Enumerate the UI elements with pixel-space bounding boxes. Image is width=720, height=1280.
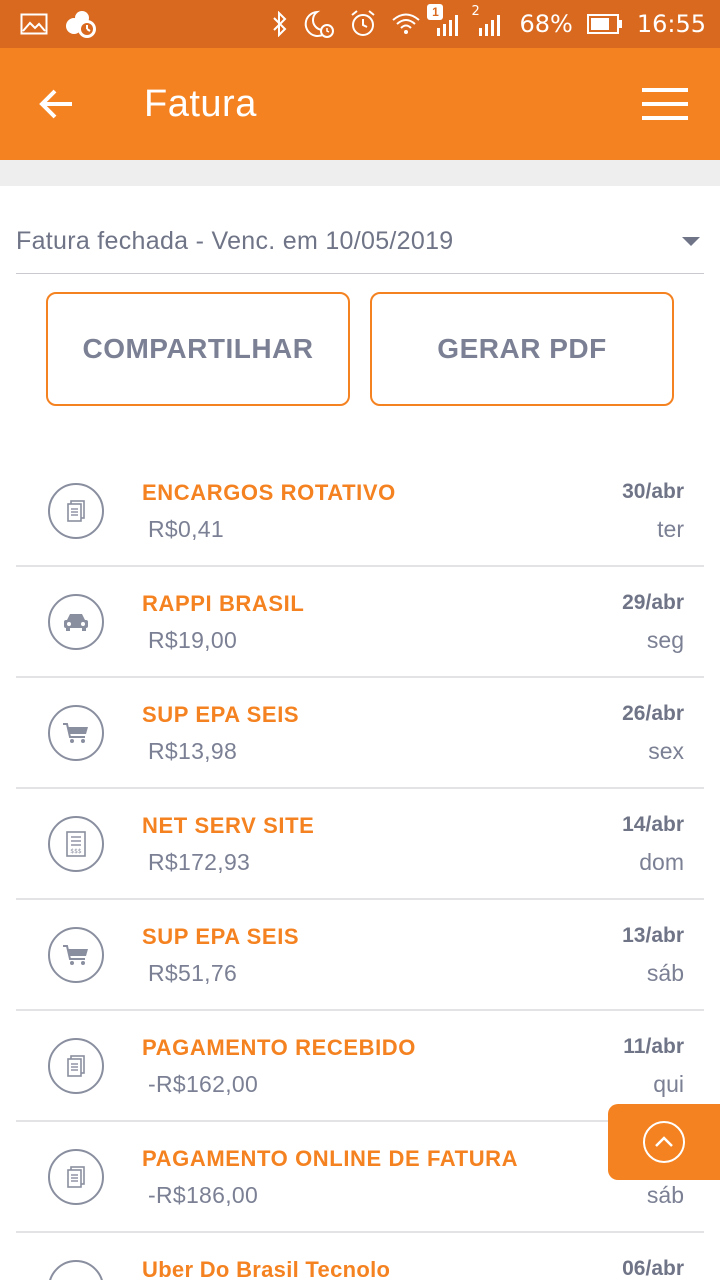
merchant-name: ENCARGOS ROTATIVO <box>142 480 396 505</box>
generate-pdf-button[interactable]: GERAR PDF <box>370 292 674 406</box>
transaction-amount: R$51,76 <box>148 960 238 986</box>
merchant-name: RAPPI BRASIL <box>142 591 305 616</box>
transaction-weekday: dom <box>639 849 684 875</box>
page-title: Fatura <box>144 82 257 125</box>
hamburger-menu-icon[interactable] <box>642 87 688 121</box>
car-icon <box>48 1260 104 1280</box>
sim2-label: 2 <box>471 4 480 19</box>
chevron-up-icon <box>643 1121 685 1163</box>
document-icon <box>48 483 104 539</box>
battery-icon <box>586 13 623 35</box>
app-bar: Fatura <box>0 48 720 160</box>
transaction-date: 30/abr <box>622 480 684 503</box>
merchant-name: Uber Do Brasil Tecnolo <box>142 1257 391 1280</box>
transaction-amount: R$13,98 <box>148 738 238 764</box>
status-bar: 1 2 68% 16:55 <box>0 0 720 48</box>
image-icon <box>20 13 48 35</box>
sim1-badge: 1 <box>427 4 444 20</box>
transaction-weekday: sex <box>648 738 684 764</box>
wifi-icon <box>391 11 421 37</box>
merchant-name: SUP EPA SEIS <box>142 924 300 949</box>
merchant-name: PAGAMENTO RECEBIDO <box>142 1035 417 1060</box>
cart-icon <box>48 927 104 983</box>
transaction-weekday: seg <box>646 627 684 653</box>
list-item[interactable]: $$$ NET SERV SITE R$172,93 14/abr dom <box>16 789 704 900</box>
transaction-weekday: sáb <box>646 1182 684 1208</box>
list-item[interactable]: PAGAMENTO RECEBIDO -R$162,00 11/abr qui <box>16 1011 704 1122</box>
back-arrow-icon[interactable] <box>38 88 74 120</box>
scroll-to-top-button[interactable] <box>608 1104 720 1180</box>
share-button[interactable]: COMPARTILHAR <box>46 292 350 406</box>
car-icon <box>48 594 104 650</box>
document-icon <box>48 1149 104 1205</box>
transaction-amount: R$172,93 <box>148 849 251 875</box>
transaction-weekday: sáb <box>646 960 684 986</box>
clock: 16:55 <box>636 10 706 38</box>
transaction-amount: R$19,00 <box>148 627 238 653</box>
list-item[interactable]: PAGAMENTO ONLINE DE FATURA -R$186,00 sáb <box>16 1122 704 1233</box>
weather-icon <box>62 8 98 40</box>
bill-icon: $$$ <box>48 816 104 872</box>
transaction-amount: -R$162,00 <box>148 1071 259 1097</box>
do-not-disturb-icon <box>303 9 335 39</box>
chevron-down-icon <box>682 237 700 246</box>
signal-icon: 2 <box>471 4 505 36</box>
transaction-date: 14/abr <box>622 813 684 836</box>
list-item[interactable]: ENCARGOS ROTATIVO R$0,41 30/abr ter <box>16 456 704 567</box>
invoice-period-value: Fatura fechada - Venc. em 10/05/2019 <box>16 227 454 255</box>
transaction-amount: R$0,41 <box>148 516 224 542</box>
signal-icon: 1 <box>427 4 463 36</box>
document-icon <box>48 1038 104 1094</box>
merchant-name: NET SERV SITE <box>142 813 315 838</box>
battery-percent: 68% <box>519 10 573 38</box>
transaction-date: 26/abr <box>622 702 684 725</box>
transaction-amount: -R$186,00 <box>148 1182 259 1208</box>
divider-band <box>0 160 720 186</box>
merchant-name: PAGAMENTO ONLINE DE FATURA <box>142 1146 519 1171</box>
transaction-weekday: ter <box>657 516 684 542</box>
transaction-date: 06/abr <box>622 1257 684 1280</box>
alarm-icon <box>349 10 377 38</box>
list-item[interactable]: RAPPI BRASIL R$19,00 29/abr seg <box>16 567 704 678</box>
transaction-date: 11/abr <box>623 1035 684 1058</box>
list-item[interactable]: SUP EPA SEIS R$13,98 26/abr sex <box>16 678 704 789</box>
invoice-period-dropdown[interactable]: Fatura fechada - Venc. em 10/05/2019 <box>16 210 704 274</box>
transaction-weekday: qui <box>653 1071 684 1097</box>
transaction-date: 29/abr <box>622 591 684 614</box>
list-item[interactable]: Uber Do Brasil Tecnolo 06/abr <box>16 1233 704 1280</box>
bluetooth-icon <box>271 11 289 37</box>
list-item[interactable]: SUP EPA SEIS R$51,76 13/abr sáb <box>16 900 704 1011</box>
svg-text:$$$: $$$ <box>70 848 82 855</box>
transaction-date: 13/abr <box>622 924 684 947</box>
transactions-list: ENCARGOS ROTATIVO R$0,41 30/abr ter RAPP… <box>16 456 704 1280</box>
merchant-name: SUP EPA SEIS <box>142 702 300 727</box>
cart-icon <box>48 705 104 761</box>
